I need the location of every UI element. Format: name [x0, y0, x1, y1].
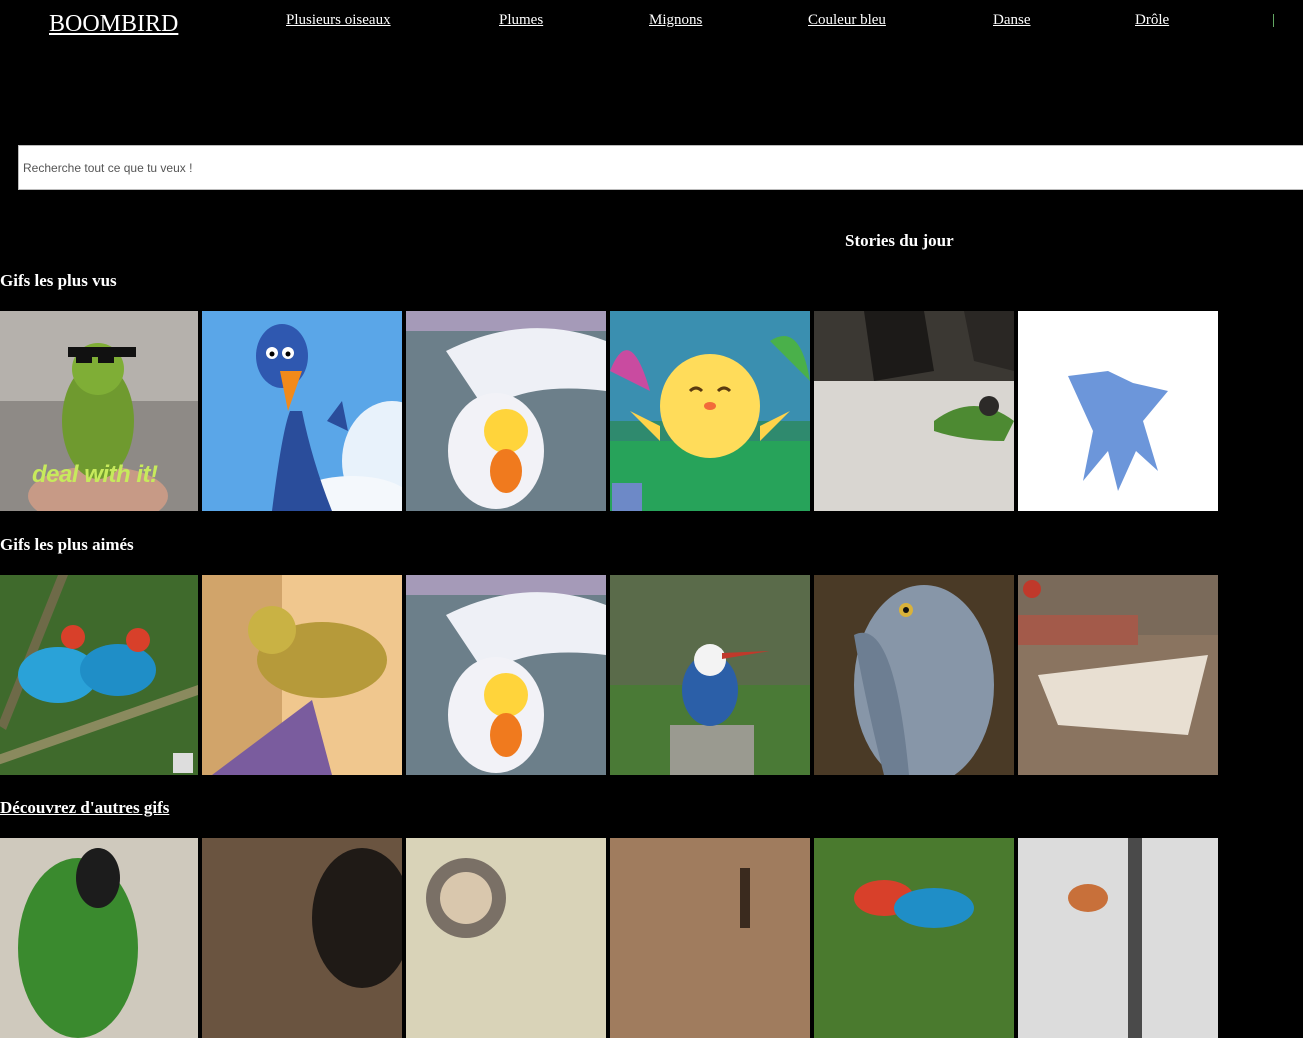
gif-thumbnail[interactable]	[1018, 311, 1218, 511]
gif-image	[610, 838, 810, 1038]
gif-image	[202, 311, 402, 511]
gif-thumbnail[interactable]	[1018, 575, 1218, 775]
gif-thumbnail[interactable]	[610, 311, 810, 511]
gif-thumbnail[interactable]	[0, 575, 198, 775]
gif-thumbnail[interactable]	[1018, 838, 1218, 1038]
gif-image	[610, 575, 810, 775]
search-input[interactable]	[18, 145, 1303, 190]
gif-image	[814, 311, 1014, 511]
gif-thumbnail[interactable]	[814, 575, 1014, 775]
gif-image	[406, 311, 606, 511]
gif-thumbnail[interactable]	[814, 838, 1014, 1038]
gif-thumbnail[interactable]	[406, 311, 606, 511]
gif-image	[0, 838, 198, 1038]
stories-title: Stories du jour	[845, 231, 954, 250]
gif-thumbnail[interactable]	[202, 575, 402, 775]
nav-separator: |	[1272, 12, 1276, 28]
nav-link-couleur-bleu[interactable]: Couleur bleu	[808, 11, 886, 29]
gif-image	[814, 575, 1014, 775]
gif-image	[0, 575, 198, 775]
gif-thumbnail[interactable]	[406, 838, 606, 1038]
gif-image	[1018, 575, 1218, 775]
gif-thumbnail[interactable]	[0, 838, 198, 1038]
gif-image	[1018, 311, 1218, 511]
nav-link-mignons[interactable]: Mignons	[649, 11, 702, 29]
gif-thumbnail[interactable]	[610, 838, 810, 1038]
nav-link-plusieurs-oiseaux[interactable]: Plusieurs oiseaux	[286, 11, 391, 29]
most-liked-title: Gifs les plus aimés	[0, 535, 134, 554]
gif-image	[610, 311, 810, 511]
gif-caption: deal with it!	[32, 461, 158, 488]
gif-image	[1018, 838, 1218, 1038]
gif-thumbnail[interactable]	[610, 575, 810, 775]
gif-image	[406, 575, 606, 775]
site-logo[interactable]: BOOMBIRD	[49, 9, 178, 39]
gif-image	[202, 838, 402, 1038]
nav-link-drole[interactable]: Drôle	[1135, 11, 1169, 29]
gif-thumbnail[interactable]	[202, 838, 402, 1038]
nav-link-danse[interactable]: Danse	[993, 11, 1031, 29]
gif-thumbnail[interactable]	[814, 311, 1014, 511]
gif-thumbnail[interactable]	[406, 575, 606, 775]
gif-thumbnail[interactable]: deal with it!	[0, 311, 198, 511]
gif-image	[814, 838, 1014, 1038]
gif-image	[406, 838, 606, 1038]
nav-link-plumes[interactable]: Plumes	[499, 11, 543, 29]
gif-image	[202, 575, 402, 775]
most-viewed-title: Gifs les plus vus	[0, 271, 117, 290]
gif-thumbnail[interactable]	[202, 311, 402, 511]
discover-more-link[interactable]: Découvrez d'autres gifs	[0, 797, 169, 819]
